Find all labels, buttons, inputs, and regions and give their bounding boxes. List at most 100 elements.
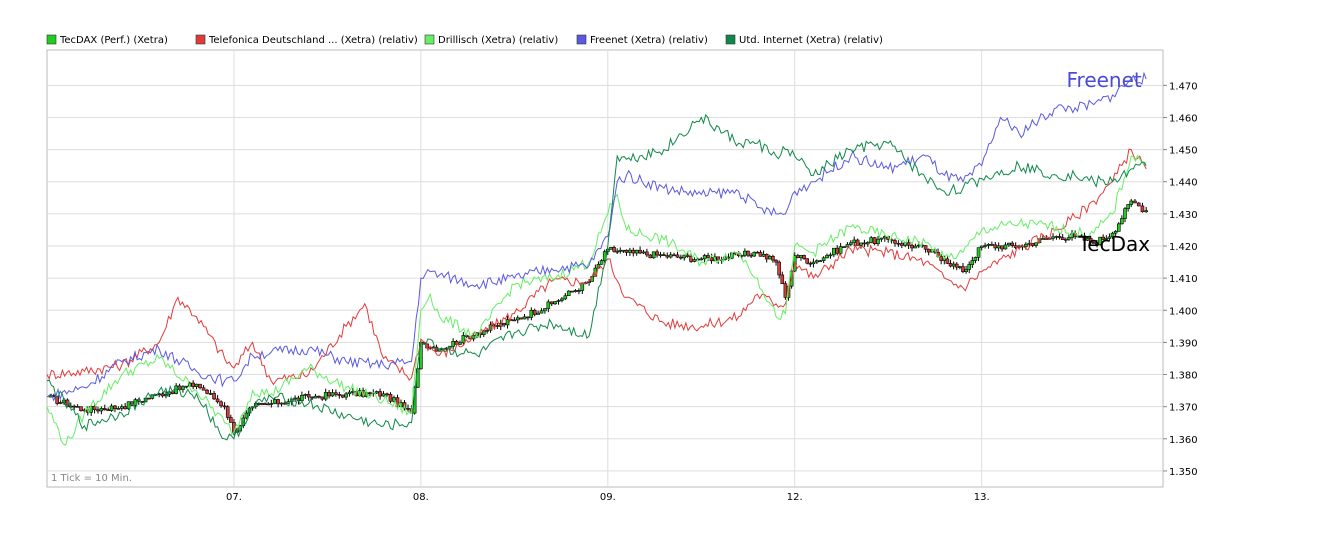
candle-body bbox=[997, 246, 1000, 248]
candle-body bbox=[317, 396, 320, 397]
candle-body bbox=[877, 239, 880, 244]
y-tick-label: 1.430 bbox=[1169, 210, 1198, 221]
candle-body bbox=[910, 245, 913, 248]
legend-label: Utd. Internet (Xetra) (relativ) bbox=[739, 35, 883, 46]
candle-body bbox=[223, 406, 226, 407]
candle-body bbox=[765, 254, 768, 259]
candle-body bbox=[452, 341, 455, 346]
candle-body bbox=[185, 386, 188, 387]
candle-body bbox=[907, 243, 910, 246]
candle-body bbox=[826, 255, 829, 258]
candle-body bbox=[1024, 244, 1027, 246]
candle-body bbox=[1061, 238, 1064, 240]
candle-body bbox=[107, 410, 110, 411]
candle-body bbox=[768, 256, 771, 259]
candle-body bbox=[76, 406, 79, 407]
candle-body bbox=[164, 394, 167, 395]
legend-swatch bbox=[577, 35, 586, 44]
candle-body bbox=[533, 310, 536, 314]
candle-body bbox=[880, 238, 883, 239]
candle-body bbox=[147, 398, 150, 399]
candle-body bbox=[496, 325, 499, 326]
candle-body bbox=[1007, 243, 1010, 245]
candle-body bbox=[124, 407, 127, 409]
candle-body bbox=[927, 249, 930, 252]
y-tick-label: 1.380 bbox=[1169, 371, 1198, 382]
candle-body bbox=[103, 408, 106, 409]
candle-body bbox=[270, 403, 273, 404]
y-tick-label: 1.410 bbox=[1169, 274, 1198, 285]
candle-body bbox=[564, 296, 567, 299]
x-tick-label: 07. bbox=[226, 492, 242, 503]
candle-body bbox=[503, 323, 506, 325]
candle-body bbox=[523, 317, 526, 319]
candle-body bbox=[571, 291, 574, 292]
candle-body bbox=[656, 252, 659, 255]
candle-body bbox=[994, 245, 997, 248]
y-tick-label: 1.360 bbox=[1169, 435, 1198, 446]
candle-body bbox=[703, 255, 706, 258]
candle-body bbox=[577, 290, 580, 291]
candle-body bbox=[407, 408, 410, 409]
candle-body bbox=[662, 255, 665, 256]
candle-body bbox=[547, 302, 550, 309]
candle-body bbox=[822, 258, 825, 261]
candle-body bbox=[216, 399, 219, 402]
candle-body bbox=[968, 265, 971, 270]
candle-body bbox=[781, 275, 784, 284]
candle-body bbox=[209, 393, 212, 394]
candle-body bbox=[73, 406, 76, 407]
candle-body bbox=[771, 256, 774, 260]
candle-body bbox=[181, 387, 184, 390]
candle-body bbox=[113, 406, 116, 409]
candle-body bbox=[117, 408, 120, 409]
y-tick-label: 1.370 bbox=[1169, 403, 1198, 414]
candle-body bbox=[574, 290, 577, 291]
candle-body bbox=[836, 248, 839, 253]
candle-body bbox=[206, 390, 209, 393]
candle-body bbox=[526, 317, 529, 318]
candle-body bbox=[762, 254, 765, 256]
candle-body bbox=[192, 383, 195, 387]
candle-body bbox=[540, 311, 543, 313]
candle-body bbox=[59, 402, 62, 403]
candle-body bbox=[506, 320, 509, 325]
candle-body bbox=[965, 269, 968, 271]
y-tick-label: 1.440 bbox=[1169, 178, 1198, 189]
candle-body bbox=[1123, 209, 1126, 219]
candle-body bbox=[815, 261, 818, 262]
candle-body bbox=[974, 257, 977, 260]
candle-body bbox=[900, 244, 903, 246]
candle-body bbox=[368, 393, 371, 394]
candle-body bbox=[946, 259, 949, 264]
candle-body bbox=[987, 244, 990, 245]
candle-body bbox=[1117, 224, 1120, 231]
candle-body bbox=[1035, 243, 1038, 246]
candle-body bbox=[980, 246, 983, 248]
candle-body bbox=[52, 395, 55, 396]
x-tick-label: 13. bbox=[974, 492, 990, 503]
candle-body bbox=[849, 243, 852, 245]
candle-body bbox=[462, 335, 465, 342]
legend-swatch bbox=[425, 35, 434, 44]
candle-body bbox=[220, 402, 223, 406]
candle-body bbox=[328, 392, 331, 395]
candle-body bbox=[743, 251, 746, 255]
candle-body bbox=[520, 318, 523, 319]
annotation-label: Freenet bbox=[1066, 68, 1141, 92]
candle-body bbox=[649, 255, 652, 258]
candle-body bbox=[110, 406, 113, 411]
candle-body bbox=[897, 243, 900, 244]
candle-body bbox=[642, 252, 645, 253]
candle-body bbox=[990, 244, 993, 245]
candle-body bbox=[747, 251, 750, 255]
candle-body bbox=[775, 260, 778, 262]
candle-body bbox=[516, 318, 519, 320]
candle-body bbox=[334, 393, 337, 395]
candle-body bbox=[870, 238, 873, 243]
candle-body bbox=[348, 392, 351, 394]
candle-body bbox=[609, 247, 612, 249]
candle-body bbox=[543, 309, 546, 311]
candle-body bbox=[1052, 237, 1055, 238]
candle-body bbox=[1004, 245, 1007, 249]
